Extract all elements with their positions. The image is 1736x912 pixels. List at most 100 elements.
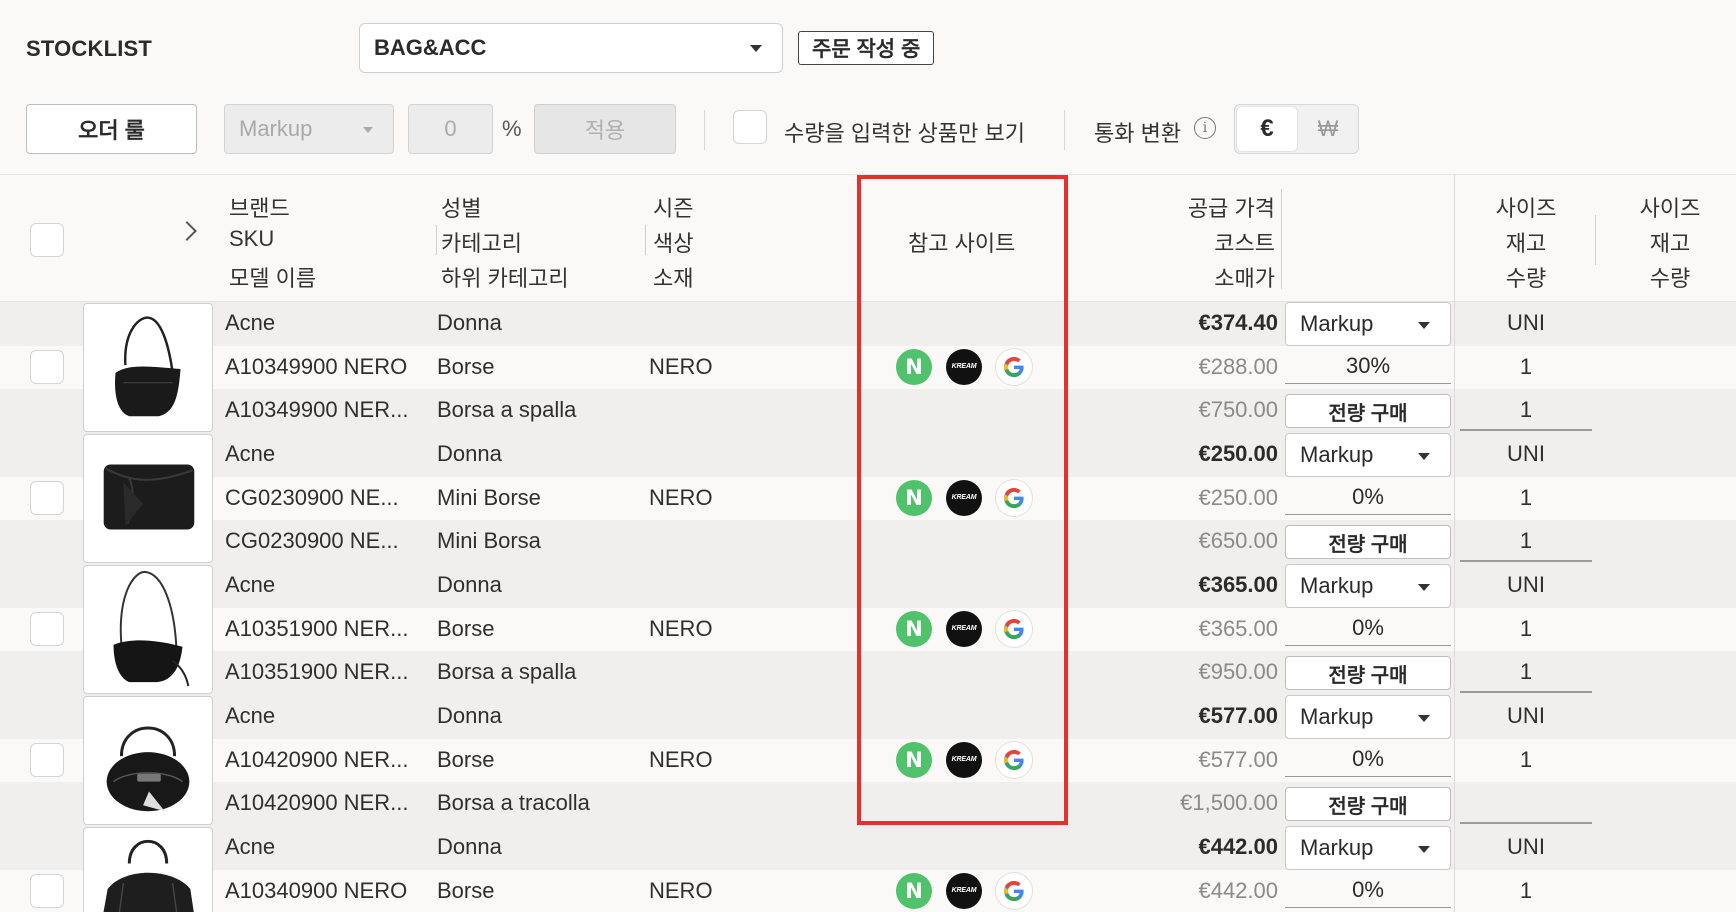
apply-button[interactable]: 적용	[534, 104, 676, 154]
chevron-down-icon	[1418, 846, 1430, 853]
bulk-buy-button[interactable]: 전량 구매	[1285, 656, 1451, 691]
qty-input[interactable]: 1	[1460, 528, 1592, 554]
bulk-buy-button[interactable]: 전량 구매	[1285, 394, 1451, 429]
chevron-down-icon	[1418, 584, 1430, 591]
markup-mode-select[interactable]: Markup	[1285, 564, 1451, 608]
gender-cell: Donna	[437, 834, 502, 859]
naver-icon[interactable]: N	[896, 348, 932, 385]
row-checkbox[interactable]	[30, 874, 64, 908]
percent-input[interactable]: 0	[408, 104, 493, 154]
col-qty-2: 수량	[1649, 266, 1691, 291]
qty-input[interactable]: 1	[1460, 659, 1592, 685]
expand-chevron-icon[interactable]	[177, 221, 197, 241]
google-icon[interactable]	[996, 741, 1032, 778]
row-checkbox[interactable]	[30, 612, 64, 646]
markup-mode-select[interactable]: Markup	[1285, 826, 1451, 870]
markup-percent-input[interactable]: 0%	[1285, 743, 1451, 777]
category-cell: Borse	[437, 615, 495, 641]
kream-icon[interactable]: KREAM	[946, 741, 982, 778]
divider	[645, 225, 646, 255]
col-model: 모델 이름	[229, 266, 317, 291]
markup-mode-select[interactable]: Markup	[1285, 302, 1451, 346]
ref-site-icons: N KREAM	[896, 610, 1032, 649]
col-ref-sites: 참고 사이트	[908, 231, 1016, 256]
color-cell: NERO	[649, 353, 713, 379]
sku-cell: A10349900 NERO	[225, 353, 408, 379]
category-cell: Borse	[437, 877, 495, 903]
subcategory-cell: Borsa a tracolla	[437, 790, 590, 816]
bulk-buy-button[interactable]: 전량 구매	[1285, 525, 1451, 560]
col-material: 소재	[653, 266, 694, 291]
naver-icon[interactable]: N	[896, 610, 932, 647]
category-select[interactable]: BAG&ACC	[359, 23, 783, 73]
select-all-checkbox[interactable]	[30, 223, 64, 257]
model-cell: A10351900 NER...	[225, 659, 409, 685]
markup-percent-input[interactable]: 30%	[1285, 350, 1451, 384]
sku-cell: CG0230900 NE...	[225, 484, 399, 510]
brand-cell: Acne	[225, 703, 276, 728]
product-row: Acne A10340900 NERO Donna Borse NERO N KREAM €4…	[0, 826, 1736, 912]
size-cell: UNI	[1507, 310, 1545, 335]
divider	[1281, 189, 1282, 289]
subcategory-cell: Mini Borsa	[437, 528, 541, 554]
kream-icon[interactable]: KREAM	[946, 610, 982, 647]
product-thumbnail[interactable]	[83, 434, 213, 563]
row-checkbox[interactable]	[30, 350, 64, 384]
col-season: 시즌	[653, 196, 694, 221]
naver-icon[interactable]: N	[896, 741, 932, 778]
google-icon[interactable]	[996, 872, 1032, 909]
currency-eur-button[interactable]: €	[1237, 107, 1297, 151]
markup-mode-value: Markup	[1300, 704, 1374, 729]
markup-select[interactable]: Markup	[224, 104, 394, 154]
table-header: 브랜드 SKU 모델 이름 성별 카테고리 하위 카테고리 시즌 색상 소재 참…	[0, 174, 1736, 302]
markup-percent-input[interactable]: 0%	[1285, 874, 1451, 908]
kream-icon[interactable]: KREAM	[946, 348, 982, 385]
qty-filter-checkbox[interactable]	[733, 110, 767, 144]
stock-cell: 1	[1519, 746, 1533, 772]
product-row: Acne A10420900 NER... A10420900 NER... Donn…	[0, 695, 1736, 826]
size-cell: UNI	[1507, 572, 1545, 597]
topbar: STOCKLIST BAG&ACC 주문 작성 중 오더 룰 Markup 0 …	[0, 0, 1736, 174]
col-subcategory: 하위 카테고리	[441, 266, 569, 291]
markup-mode-select[interactable]: Markup	[1285, 433, 1451, 477]
row-checkbox[interactable]	[30, 743, 64, 777]
product-thumbnail[interactable]	[83, 827, 213, 912]
google-icon[interactable]	[996, 610, 1032, 647]
divider	[704, 110, 705, 150]
cost-cell: €577.00	[1198, 746, 1278, 772]
google-icon[interactable]	[996, 348, 1032, 385]
supply-price-cell: €374.40	[1198, 310, 1278, 335]
info-icon[interactable]: i	[1194, 117, 1216, 139]
product-thumbnail[interactable]	[83, 696, 213, 825]
ref-site-icons: N KREAM	[896, 872, 1032, 911]
markup-percent-input[interactable]: 0%	[1285, 481, 1451, 515]
markup-percent-input[interactable]: 0%	[1285, 612, 1451, 646]
sku-cell: A10420900 NER...	[225, 746, 409, 772]
kream-icon[interactable]: KREAM	[946, 872, 982, 909]
col-gender: 성별	[441, 196, 482, 221]
row-checkbox[interactable]	[30, 481, 64, 515]
qty-input[interactable]: 1	[1460, 397, 1592, 423]
product-row: Acne A10351900 NER... A10351900 NER... Donn…	[0, 564, 1736, 695]
qty-input-underline	[1460, 691, 1592, 693]
currency-krw-button[interactable]: ₩	[1299, 107, 1357, 151]
product-thumbnail[interactable]	[83, 303, 213, 432]
sku-cell: A10340900 NERO	[225, 877, 408, 903]
bulk-buy-button[interactable]: 전량 구매	[1285, 787, 1451, 822]
divider	[1595, 215, 1596, 265]
product-thumbnail[interactable]	[83, 565, 213, 694]
markup-mode-select[interactable]: Markup	[1285, 695, 1451, 739]
currency-toggle: € ₩	[1234, 104, 1359, 154]
google-icon[interactable]	[996, 479, 1032, 516]
order-rule-button[interactable]: 오더 룰	[26, 104, 197, 154]
subcategory-cell: Borsa a spalla	[437, 659, 577, 685]
naver-icon[interactable]: N	[896, 479, 932, 516]
col-cost: 코스트	[1214, 231, 1275, 256]
category-cell: Mini Borse	[437, 484, 541, 510]
supply-price-cell: €250.00	[1198, 441, 1278, 466]
gender-cell: Donna	[437, 703, 502, 728]
color-cell: NERO	[649, 615, 713, 641]
naver-icon[interactable]: N	[896, 872, 932, 909]
kream-icon[interactable]: KREAM	[946, 479, 982, 516]
col-color: 색상	[653, 231, 694, 256]
